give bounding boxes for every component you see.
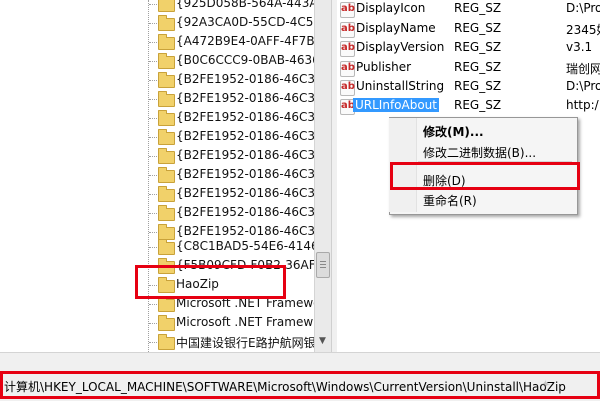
folder-icon (158, 205, 175, 221)
value-data: 2345好 (566, 23, 600, 37)
value-type: REG_SZ (454, 1, 502, 15)
tree-vertical-scrollbar[interactable] (314, 0, 332, 352)
menu-item-modify[interactable]: 修改(M)... (423, 123, 484, 140)
horizontal-scrollbar[interactable] (0, 352, 600, 373)
value-data: 瑞创网 (566, 62, 600, 76)
folder-icon (158, 239, 175, 255)
tree-item[interactable]: {C8C1BAD5-54E6-4146-A (0, 238, 314, 257)
folder-icon (158, 110, 175, 126)
tree-item[interactable]: {B2FE1952-0186-46C3-BA (0, 109, 314, 128)
value-name: URLInfoAbout (353, 98, 439, 112)
value-type: REG_SZ (454, 40, 502, 54)
folder-icon (158, 91, 175, 107)
tree-item[interactable]: 中国建设银行E路护航网银安 (0, 333, 314, 352)
highlight-haozip (135, 265, 286, 299)
tree-item[interactable]: {A472B9E4-0AFF-4F7B-B2 (0, 33, 314, 52)
folder-icon (158, 15, 175, 31)
folder-icon (158, 334, 175, 350)
folder-icon (158, 0, 175, 12)
value-data: http:/ (566, 98, 599, 112)
tree-item[interactable]: {925D058B-564A-443A-B (0, 0, 314, 14)
value-type: REG_SZ (454, 60, 502, 74)
value-type: REG_SZ (454, 21, 502, 35)
tree-item[interactable]: {B2FE1952-0186-46C3-BA (0, 166, 314, 185)
tree-item[interactable]: {B2FE1952-0186-46C3-BA (0, 204, 314, 223)
registry-key-tree[interactable]: {925D058B-564A-443A-B {92A3CA0D-55CD-4C5… (0, 0, 314, 352)
folder-icon (158, 148, 175, 164)
tree-item[interactable]: Microsoft .NET Framew (0, 314, 314, 333)
tree-item[interactable]: {92A3CA0D-55CD-4C5D-B (0, 14, 314, 33)
value-row[interactable]: ab DisplayVersion REG_SZ v3.1 (337, 39, 600, 58)
value-row[interactable]: ab DisplayName REG_SZ 2345好 (337, 20, 600, 39)
string-value-icon: ab (340, 80, 355, 96)
value-name: UninstallString (356, 79, 445, 93)
value-type: REG_SZ (454, 79, 502, 93)
tree-item[interactable]: {B2FE1952-0186-46C3-BA (0, 185, 314, 204)
value-data: D:\Pro (566, 1, 600, 15)
folder-icon (158, 296, 175, 312)
tree-item[interactable]: {B0C6CCC9-0BAB-4636-A (0, 52, 314, 71)
folder-icon (158, 129, 175, 145)
string-value-icon: ab (340, 22, 355, 38)
folder-icon (158, 72, 175, 88)
value-row-selected[interactable]: ab URLInfoAbout REG_SZ http:/ (337, 97, 600, 116)
value-name: DisplayVersion (356, 40, 445, 54)
value-name: DisplayIcon (356, 1, 426, 15)
highlight-status-path (0, 371, 600, 399)
value-data: v3.1 (566, 40, 593, 54)
string-value-icon: ab (340, 61, 355, 77)
tree-item[interactable]: {B2FE1952-0186-46C3-BA (0, 128, 314, 147)
value-name: DisplayName (356, 21, 436, 35)
value-name: Publisher (356, 60, 412, 74)
value-row[interactable]: ab DisplayIcon REG_SZ D:\Pro (337, 0, 600, 19)
folder-icon (158, 53, 175, 69)
value-row[interactable]: ab Publisher REG_SZ 瑞创网 (337, 59, 600, 78)
folder-icon (158, 34, 175, 50)
tree-item[interactable]: {B2FE1952-0186-46C3-BA (0, 71, 314, 90)
tree-item[interactable]: {B2FE1952-0186-46C3-BA (0, 147, 314, 166)
folder-icon (158, 167, 175, 183)
scroll-down-arrow-icon[interactable]: ▼ (317, 334, 328, 348)
folder-icon (158, 315, 175, 331)
value-row[interactable]: ab UninstallString REG_SZ D:\Pro (337, 78, 600, 97)
menu-item-rename[interactable]: 重命名(R) (423, 192, 477, 209)
highlight-delete (390, 162, 580, 190)
value-type: REG_SZ (454, 98, 502, 112)
scrollbar-thumb[interactable] (316, 252, 330, 278)
folder-icon (158, 186, 175, 202)
value-data: D:\Pro (566, 79, 600, 93)
string-value-icon: ab (340, 2, 355, 18)
menu-item-modify-binary[interactable]: 修改二进制数据(B)... (423, 144, 536, 161)
string-value-icon: ab (340, 41, 355, 57)
tree-item[interactable]: {B2FE1952-0186-46C3-BA (0, 90, 314, 109)
